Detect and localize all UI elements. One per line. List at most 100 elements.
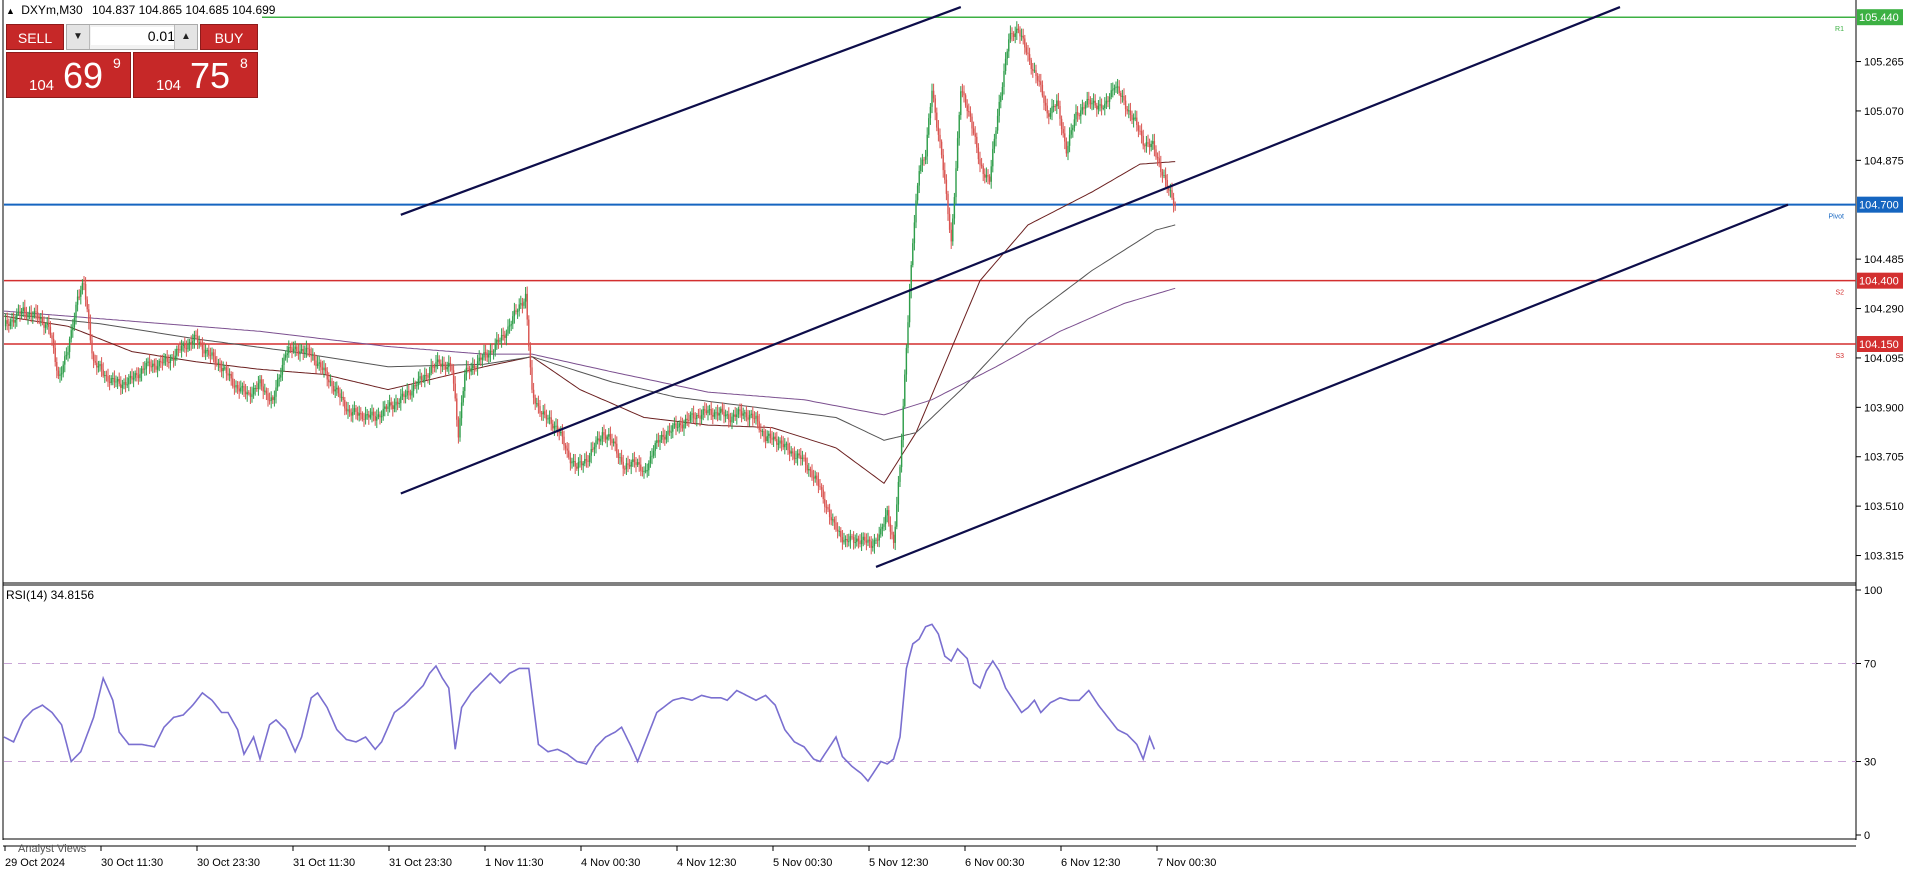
candle-body	[699, 415, 701, 419]
candle-body	[505, 333, 508, 338]
candle-body	[88, 309, 90, 323]
candle-body	[259, 379, 261, 384]
candle-body	[460, 402, 463, 419]
candle-body	[153, 363, 156, 366]
price-tick-label: 105.070	[1864, 106, 1904, 118]
candle-body	[803, 457, 805, 459]
candle-body	[483, 352, 485, 358]
candle-body	[796, 453, 799, 458]
candle-body	[76, 296, 79, 305]
candle-body	[1060, 118, 1063, 130]
candle-body	[846, 538, 848, 542]
candle-body	[1000, 96, 1002, 102]
candle-body	[1126, 109, 1128, 112]
candle-body	[648, 463, 650, 471]
decrease-lot-icon[interactable]: ▼	[67, 25, 90, 49]
candle-body	[761, 431, 764, 433]
candle-body	[588, 455, 591, 462]
candle-body	[899, 467, 901, 482]
candle-body	[216, 363, 218, 365]
candle-body	[1022, 35, 1024, 39]
candle-body	[929, 106, 932, 119]
candle-body	[83, 283, 85, 285]
time-tick-label: 5 Nov 00:30	[773, 857, 832, 869]
candle-body	[915, 200, 917, 223]
lot-size-input[interactable]	[91, 27, 177, 45]
candle-body	[192, 341, 194, 345]
price-tick-label: 103.705	[1864, 452, 1904, 464]
candle-body	[500, 334, 503, 341]
rsi-tick-label: 30	[1864, 757, 1876, 769]
candle-body	[625, 463, 628, 470]
candle-body	[257, 383, 260, 389]
analyst-views-label[interactable]: Analyst Views	[18, 843, 87, 855]
candle-body	[36, 312, 39, 319]
candle-body	[950, 229, 952, 242]
candle-body	[1080, 110, 1082, 117]
candle-body	[484, 352, 487, 354]
candle-body	[224, 367, 226, 369]
candle-body	[710, 409, 712, 415]
candle-body	[939, 134, 941, 142]
candle-body	[656, 440, 658, 444]
candle-body	[387, 406, 389, 409]
candle-body	[1142, 135, 1144, 146]
candle-body	[723, 411, 725, 417]
time-tick-label: 5 Nov 12:30	[869, 857, 928, 869]
level-tag: R1	[1835, 26, 1844, 33]
candle-body	[203, 349, 205, 354]
candle-body	[268, 400, 271, 402]
candle-body	[579, 461, 581, 463]
candle-body	[489, 350, 492, 355]
candle-body	[571, 461, 573, 464]
candle-body	[689, 414, 692, 421]
candle-body	[326, 371, 328, 380]
candle-body	[398, 403, 400, 405]
candle-body	[393, 405, 396, 410]
time-tick-label: 4 Nov 12:30	[677, 857, 736, 869]
candle-body	[889, 523, 892, 532]
candle-body	[900, 440, 903, 468]
collapse-triangle-icon[interactable]: ▲	[6, 6, 15, 16]
lot-size-field[interactable]: ▼ ▲	[66, 24, 198, 50]
sell-button[interactable]: SELL	[6, 24, 64, 50]
candle-body	[123, 381, 125, 385]
candle-body	[449, 362, 452, 366]
candle-body	[976, 136, 978, 148]
candle-body	[963, 91, 965, 96]
candle-body	[1043, 95, 1045, 103]
buy-button[interactable]: BUY	[200, 24, 258, 50]
candle-body	[102, 369, 104, 376]
bid-quote[interactable]: 104 69 9	[6, 52, 131, 98]
candle-body	[310, 354, 312, 356]
candle-body	[1009, 33, 1012, 40]
candle-body	[956, 138, 959, 169]
candle-body	[769, 433, 772, 439]
candle-body	[851, 536, 853, 538]
candle-body	[894, 526, 896, 543]
candle-body	[433, 366, 436, 368]
candle-body	[537, 403, 540, 407]
candle-body	[51, 335, 53, 339]
candle-body	[256, 388, 258, 390]
candle-body	[920, 165, 922, 172]
candle-body	[880, 528, 882, 535]
candle-body	[56, 362, 58, 371]
candle-body	[764, 436, 767, 442]
candle-body	[1148, 143, 1151, 148]
candle-body	[414, 385, 416, 387]
candle-body	[412, 385, 415, 391]
candle-body	[713, 412, 716, 417]
candle-body	[587, 460, 589, 462]
increase-lot-icon[interactable]: ▲	[174, 25, 197, 49]
candle-body	[998, 101, 1000, 116]
candle-body	[252, 388, 255, 395]
candle-body	[873, 540, 876, 547]
time-tick-label: 30 Oct 11:30	[101, 857, 163, 869]
ask-quote[interactable]: 104 75 8	[133, 52, 258, 98]
candle-body	[788, 450, 791, 454]
candle-body	[291, 347, 293, 352]
candle-body	[355, 408, 357, 412]
candle-body	[633, 459, 636, 463]
candle-body	[1121, 95, 1124, 97]
